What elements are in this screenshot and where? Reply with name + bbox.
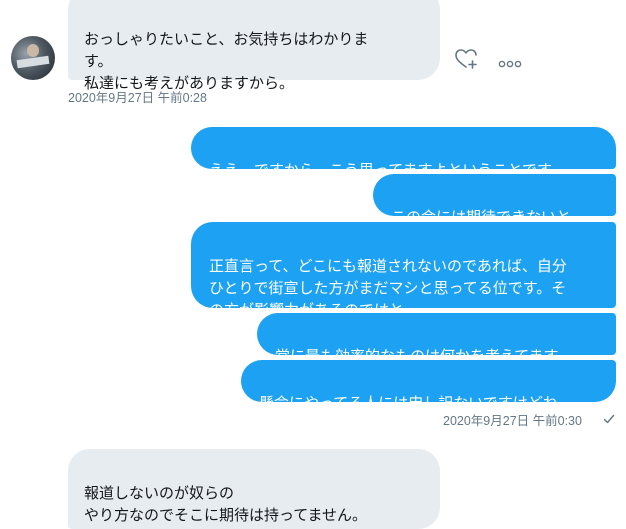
sent-message-bubble[interactable]: 常に最も効率的なものは何かを考えてます。 [257, 313, 616, 365]
timestamp: 2020年9月27日 午前0:30 [443, 414, 582, 428]
more-horizontal-icon[interactable] [498, 54, 522, 68]
sent-message-bubble[interactable]: ええ、ですから、こう思ってますよということです。 [191, 127, 616, 179]
timestamp: 2020年9月27日 午前0:28 [68, 91, 207, 105]
message-text: 正直言って、どこにも報道されないのであれば、自分 ひとりで街宣した方がまだマシと… [209, 257, 567, 319]
heart-plus-icon[interactable] [455, 48, 479, 70]
avatar[interactable] [11, 36, 55, 80]
check-icon [603, 410, 615, 424]
sent-message-bubble[interactable]: 懸命にやってる人には申し訳ないですけどね。 [241, 360, 616, 412]
avatar-head [27, 44, 39, 57]
received-message-bubble[interactable]: おっしゃりたいこと、お気持ちはわかりま す。 私達にも考えがありますから。 [68, 0, 440, 92]
sent-message-bubble[interactable]: この会には期待できないと。 [373, 174, 616, 226]
message-text: 報道しないのが奴らの やり方なのでそこに期待は持ってません。 [84, 484, 368, 524]
received-message-bubble[interactable]: 報道しないのが奴らの やり方なのでそこに期待は持ってません。 [68, 449, 440, 529]
avatar-banner [16, 55, 50, 69]
sent-message-bubble[interactable]: 正直言って、どこにも報道されないのであれば、自分 ひとりで街宣した方がまだマシと… [191, 222, 616, 319]
message-text: おっしゃりたいこと、お気持ちはわかりま す。 私達にも考えがありますから。 [84, 30, 369, 92]
